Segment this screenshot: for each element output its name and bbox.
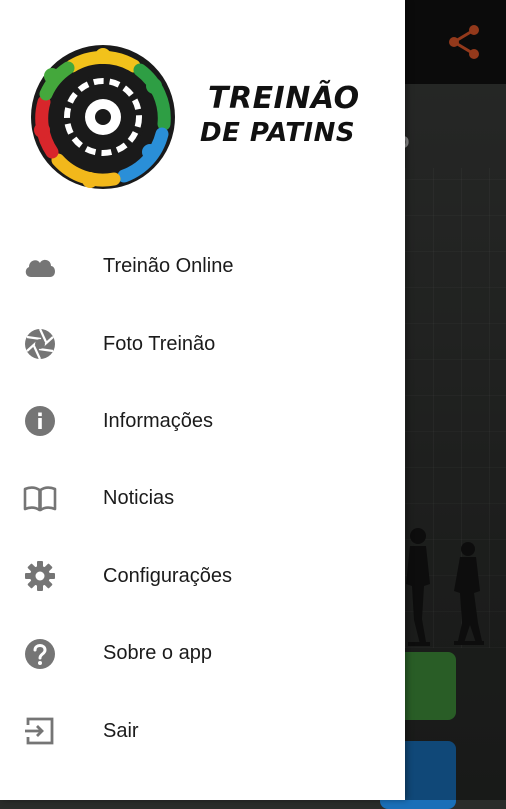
info-icon [22, 403, 58, 439]
navigation-drawer: TREINÃO DE PATINS Treinão Online Foto Tr… [0, 0, 405, 800]
logo-line2: DE PATINS [200, 118, 356, 148]
menu-item-informacoes[interactable]: Informações [0, 383, 405, 460]
drawer-header: TREINÃO DE PATINS [0, 0, 405, 200]
menu-item-sair[interactable]: Sair [0, 692, 405, 769]
treinao-logo-emblem [31, 45, 175, 189]
menu-label: Configurações [103, 564, 232, 587]
drawer-menu: Treinão Online Foto Treinão Informações … [0, 228, 405, 770]
treinao-logo-wordmark: TREINÃO DE PATINS [200, 82, 390, 150]
logo-line1: TREINÃO [208, 81, 360, 116]
gear-icon [22, 558, 58, 594]
menu-item-foto-treinao[interactable]: Foto Treinão [0, 305, 405, 382]
menu-item-configuracoes[interactable]: Configurações [0, 538, 405, 615]
menu-label: Informações [103, 409, 214, 432]
menu-label: Foto Treinão [103, 332, 216, 355]
menu-label: Sair [103, 719, 139, 742]
menu-label: Sobre o app [103, 642, 212, 665]
menu-item-noticias[interactable]: Noticias [0, 460, 405, 537]
camera-aperture-icon [22, 326, 58, 362]
menu-label: Noticias [103, 487, 175, 510]
exit-icon [22, 713, 58, 749]
cloud-icon [22, 249, 58, 285]
menu-item-sobre-o-app[interactable]: Sobre o app [0, 615, 405, 692]
book-icon [22, 481, 58, 517]
menu-label: Treinão Online [103, 255, 234, 278]
menu-item-treinao-online[interactable]: Treinão Online [0, 228, 405, 305]
help-icon [22, 636, 58, 672]
